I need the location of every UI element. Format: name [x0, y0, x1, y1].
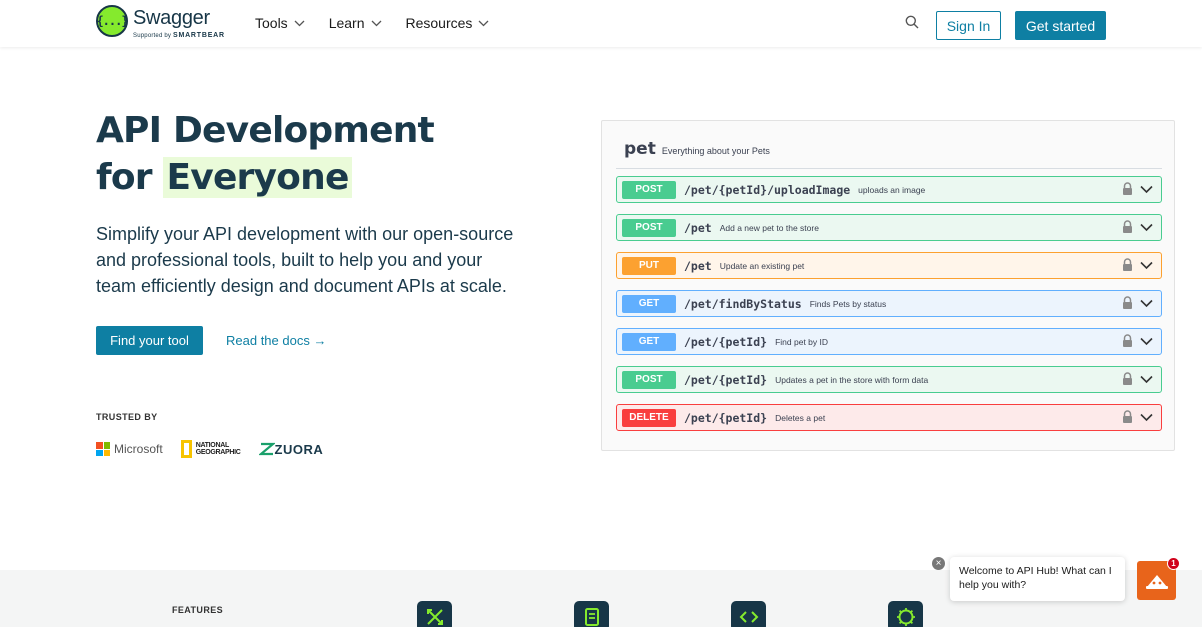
chevron-down-icon[interactable] [1140, 299, 1153, 308]
operation-summary: Finds Pets by status [809, 298, 887, 309]
nav-learn[interactable]: Learn [329, 15, 382, 31]
lock-icon[interactable] [1122, 410, 1133, 424]
chat-bot-icon [1145, 574, 1168, 589]
operation-path: /pet/{petId} [684, 334, 768, 349]
tag-name: pet [624, 139, 656, 159]
zuora-mark-icon [258, 442, 275, 456]
operation-summary: Find pet by ID [775, 336, 829, 347]
hero-title: API Development for Everyone [96, 110, 435, 198]
operation-path: /pet/findByStatus [684, 296, 802, 311]
operation-row[interactable]: DELETE/pet/{petId} Deletes a pet [616, 404, 1162, 431]
lock-icon[interactable] [1122, 296, 1133, 310]
read-the-docs-link[interactable]: Read the docs → [226, 333, 326, 348]
tag-description: Everything about your Pets [661, 146, 770, 156]
operation-row[interactable]: GET/pet/{petId} Find pet by ID [616, 328, 1162, 355]
microsoft-logo: Microsoft [96, 442, 163, 456]
lock-icon[interactable] [1122, 334, 1133, 348]
trusted-logos: Microsoft NATIONAL GEOGRAPHIC ZUORA [96, 440, 323, 458]
operation-path: /pet/{petId}/uploadImage [684, 182, 851, 197]
lock-icon[interactable] [1122, 372, 1133, 386]
chevron-down-icon[interactable] [1140, 413, 1153, 422]
document-icon[interactable] [574, 601, 609, 627]
operation-row[interactable]: POST/pet/{petId} Updates a pet in the sto… [616, 366, 1162, 393]
tag-header[interactable]: pet Everything about your Pets [624, 139, 1172, 159]
swagger-ui-preview: pet Everything about your Pets POST/pet/… [601, 120, 1175, 451]
national-geographic-logo: NATIONAL GEOGRAPHIC [180, 440, 241, 458]
features-label: FEATURES [172, 605, 224, 615]
chevron-down-icon[interactable] [1140, 185, 1153, 194]
lock-icon[interactable] [1122, 258, 1133, 272]
chevron-down-icon[interactable] [1140, 337, 1153, 346]
operation-summary: Add a new pet to the store [719, 222, 819, 233]
natgeo-frame-icon [180, 440, 192, 458]
swagger-logo[interactable]: {...} Swagger Supported by SMARTBEAR [96, 5, 224, 39]
logo-subtitle: Supported by SMARTBEAR [133, 32, 225, 39]
settings-code-icon[interactable] [888, 601, 923, 627]
operation-row[interactable]: GET/pet/findByStatus Finds Pets by status [616, 290, 1162, 317]
operation-path: /pet [684, 258, 712, 273]
divider [616, 168, 1162, 169]
site-header: {...} Swagger Supported by SMARTBEAR Too… [0, 0, 1202, 47]
http-method-badge: POST [622, 218, 676, 237]
operation-path: /pet/{petId} [684, 372, 768, 387]
http-method-badge: DELETE [622, 408, 676, 427]
sign-in-button[interactable]: Sign In [936, 11, 1001, 40]
operation-row[interactable]: POST/pet/{petId}/uploadImage uploads an i… [616, 176, 1162, 203]
operation-row[interactable]: POST/pet Add a new pet to the store [616, 214, 1162, 241]
chevron-down-icon[interactable] [1140, 223, 1153, 232]
zuora-logo: ZUORA [258, 442, 324, 457]
find-your-tool-button[interactable]: Find your tool [96, 326, 203, 355]
chevron-down-icon[interactable] [1140, 375, 1153, 384]
operation-summary: Update an existing pet [719, 260, 805, 271]
http-method-badge: GET [622, 332, 676, 351]
chevron-down-icon [478, 20, 489, 26]
lock-icon[interactable] [1122, 220, 1133, 234]
code-icon[interactable] [731, 601, 766, 627]
http-method-badge: POST [622, 370, 676, 389]
search-icon[interactable] [905, 15, 919, 29]
chat-close-button[interactable]: × [932, 557, 945, 570]
operation-summary: uploads an image [858, 184, 926, 195]
hero-title-highlight: Everyone [163, 157, 352, 198]
microsoft-logo-icon [96, 442, 110, 456]
hero-description: Simplify your API development with our o… [96, 224, 514, 296]
lock-icon[interactable] [1122, 182, 1133, 196]
chevron-down-icon[interactable] [1140, 261, 1153, 270]
nav-tools[interactable]: Tools [255, 15, 305, 31]
operation-path: /pet/{petId} [684, 410, 768, 425]
http-method-badge: PUT [622, 256, 676, 275]
page: {...} Swagger Supported by SMARTBEAR Too… [0, 0, 1202, 627]
chevron-down-icon [294, 20, 305, 26]
operation-summary: Updates a pet in the store with form dat… [775, 374, 929, 385]
chat-notification-badge: 1 [1167, 557, 1180, 570]
design-icon[interactable] [417, 601, 452, 627]
nav-resources[interactable]: Resources [406, 15, 490, 31]
trusted-by-label: TRUSTED BY [96, 412, 158, 422]
http-method-badge: POST [622, 180, 676, 199]
chevron-down-icon [371, 20, 381, 26]
operation-path: /pet [684, 220, 712, 235]
main-nav: Tools Learn Resources [255, 15, 513, 31]
swagger-logo-icon: {...} [96, 5, 129, 37]
http-method-badge: GET [622, 294, 676, 313]
logo-name: Swagger [133, 7, 210, 29]
get-started-button[interactable]: Get started [1015, 11, 1106, 40]
chat-welcome-message[interactable]: Welcome to API Hub! What can I help you … [950, 557, 1125, 601]
operation-summary: Deletes a pet [775, 412, 826, 423]
operation-row[interactable]: PUT/pet Update an existing pet [616, 252, 1162, 279]
